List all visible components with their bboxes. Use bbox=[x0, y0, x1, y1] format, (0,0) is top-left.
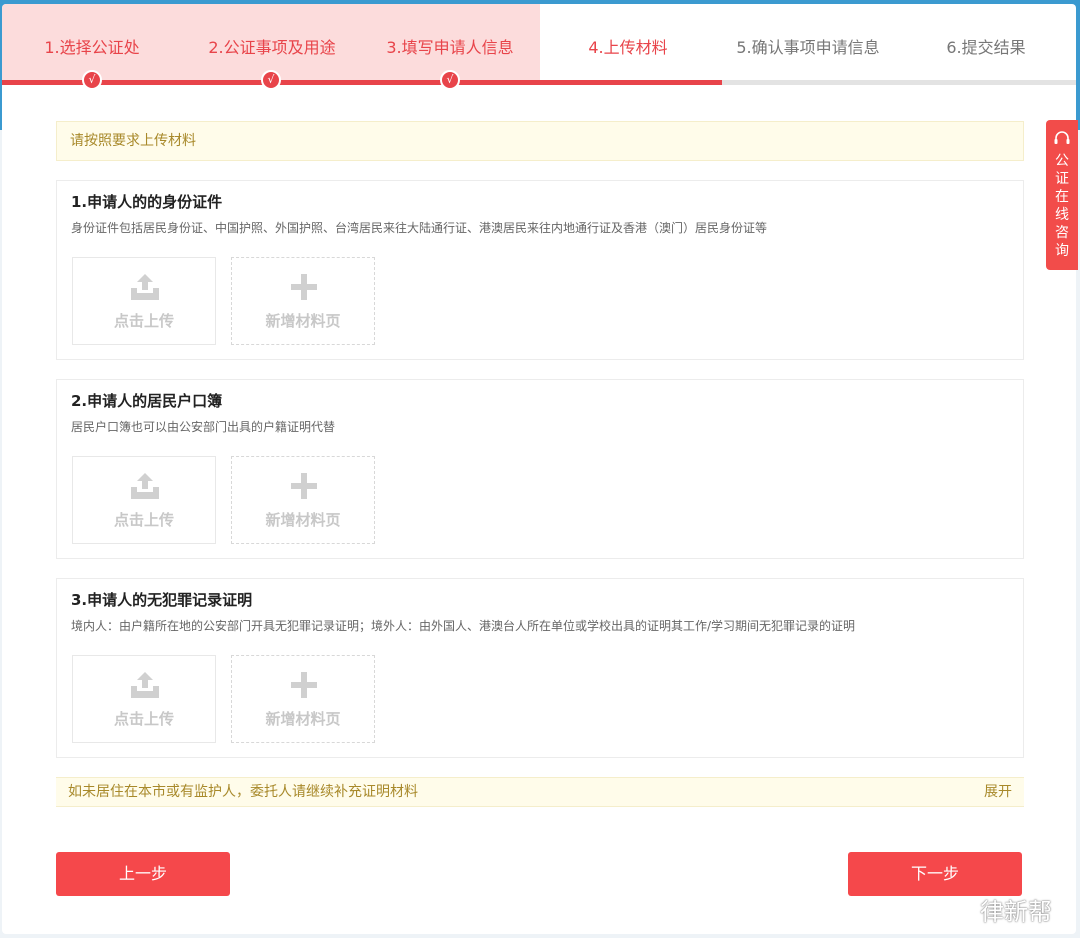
step-3[interactable]: 3.填写申请人信息 bbox=[360, 34, 540, 58]
next-step-button[interactable]: 下一步 bbox=[848, 852, 1022, 896]
add-page-button[interactable]: 新增材料页 bbox=[231, 456, 375, 544]
upload-icon bbox=[131, 672, 159, 698]
plus-icon bbox=[291, 274, 317, 300]
plus-icon bbox=[291, 672, 317, 698]
upload-label: 点击上传 bbox=[113, 511, 174, 529]
online-consult-label: 公证在线咨询 bbox=[1055, 153, 1069, 259]
step-4: 4.上传材料 bbox=[588, 38, 668, 57]
step-2[interactable]: 2.公证事项及用途 bbox=[182, 34, 362, 58]
section-title: 2.申请人的居民户口簿 bbox=[71, 392, 223, 410]
step-3-check-icon: √ bbox=[440, 70, 460, 90]
headset-icon bbox=[1054, 131, 1070, 144]
step-1-check-icon: √ bbox=[82, 70, 102, 90]
main-panel: 1.选择公证处 2.公证事项及用途 3.填写申请人信息 4.上传材料 5.确认事… bbox=[2, 4, 1076, 934]
section-title: 3.申请人的无犯罪记录证明 bbox=[71, 591, 253, 609]
step-6: 6.提交结果 bbox=[946, 38, 1026, 57]
add-page-label: 新增材料页 bbox=[265, 511, 341, 529]
supplementary-notice-text: 如未居住在本市或有监护人，委托人请继续补充证明材料 bbox=[68, 784, 418, 800]
weibo-icon bbox=[935, 900, 972, 928]
upload-label: 点击上传 bbox=[113, 710, 174, 728]
upload-label: 点击上传 bbox=[113, 312, 174, 330]
section-description: 身份证件包括居民身份证、中国护照、外国护照、台湾居民来往大陆通行证、港澳居民来往… bbox=[71, 221, 768, 235]
add-page-button[interactable]: 新增材料页 bbox=[231, 655, 375, 743]
material-section-household: 2.申请人的居民户口簿 居民户口簿也可以由公安部门出具的户籍证明代替 点击上传 … bbox=[56, 379, 1024, 559]
expand-link[interactable]: 展开 bbox=[984, 778, 1012, 806]
upload-notice: 请按照要求上传材料 bbox=[56, 121, 1024, 161]
material-section-no-criminal-record: 3.申请人的无犯罪记录证明 境内人：由户籍所在地的公安部门开具无犯罪记录证明；境… bbox=[56, 578, 1024, 758]
section-description: 境内人：由户籍所在地的公安部门开具无犯罪记录证明；境外人：由外国人、港澳台人所在… bbox=[71, 619, 856, 633]
prev-step-button[interactable]: 上一步 bbox=[56, 852, 230, 896]
upload-icon bbox=[131, 473, 159, 499]
upload-button[interactable]: 点击上传 bbox=[72, 257, 216, 345]
online-consult-button[interactable]: 公证在线咨询 bbox=[1046, 120, 1078, 270]
watermark-text: 律新帮 bbox=[980, 898, 1052, 926]
add-page-label: 新增材料页 bbox=[265, 710, 341, 728]
upload-button[interactable]: 点击上传 bbox=[72, 655, 216, 743]
step-progress: 1.选择公证处 2.公证事项及用途 3.填写申请人信息 4.上传材料 5.确认事… bbox=[2, 4, 1076, 90]
step-2-check-icon: √ bbox=[261, 70, 281, 90]
upload-button[interactable]: 点击上传 bbox=[72, 456, 216, 544]
upload-icon bbox=[131, 274, 159, 300]
progress-fill bbox=[2, 80, 722, 85]
plus-icon bbox=[291, 473, 317, 499]
add-page-button[interactable]: 新增材料页 bbox=[231, 257, 375, 345]
material-section-id: 1.申请人的的身份证件 身份证件包括居民身份证、中国护照、外国护照、台湾居民来往… bbox=[56, 180, 1024, 360]
supplementary-notice: 如未居住在本市或有监护人，委托人请继续补充证明材料 展开 bbox=[56, 777, 1024, 807]
section-title: 1.申请人的的身份证件 bbox=[71, 193, 223, 211]
step-1[interactable]: 1.选择公证处 bbox=[2, 34, 182, 58]
step-5: 5.确认事项申请信息 bbox=[736, 38, 880, 57]
watermark: 律新帮 bbox=[934, 892, 1078, 932]
section-description: 居民户口簿也可以由公安部门出具的户籍证明代替 bbox=[71, 420, 336, 434]
add-page-label: 新增材料页 bbox=[265, 312, 341, 330]
